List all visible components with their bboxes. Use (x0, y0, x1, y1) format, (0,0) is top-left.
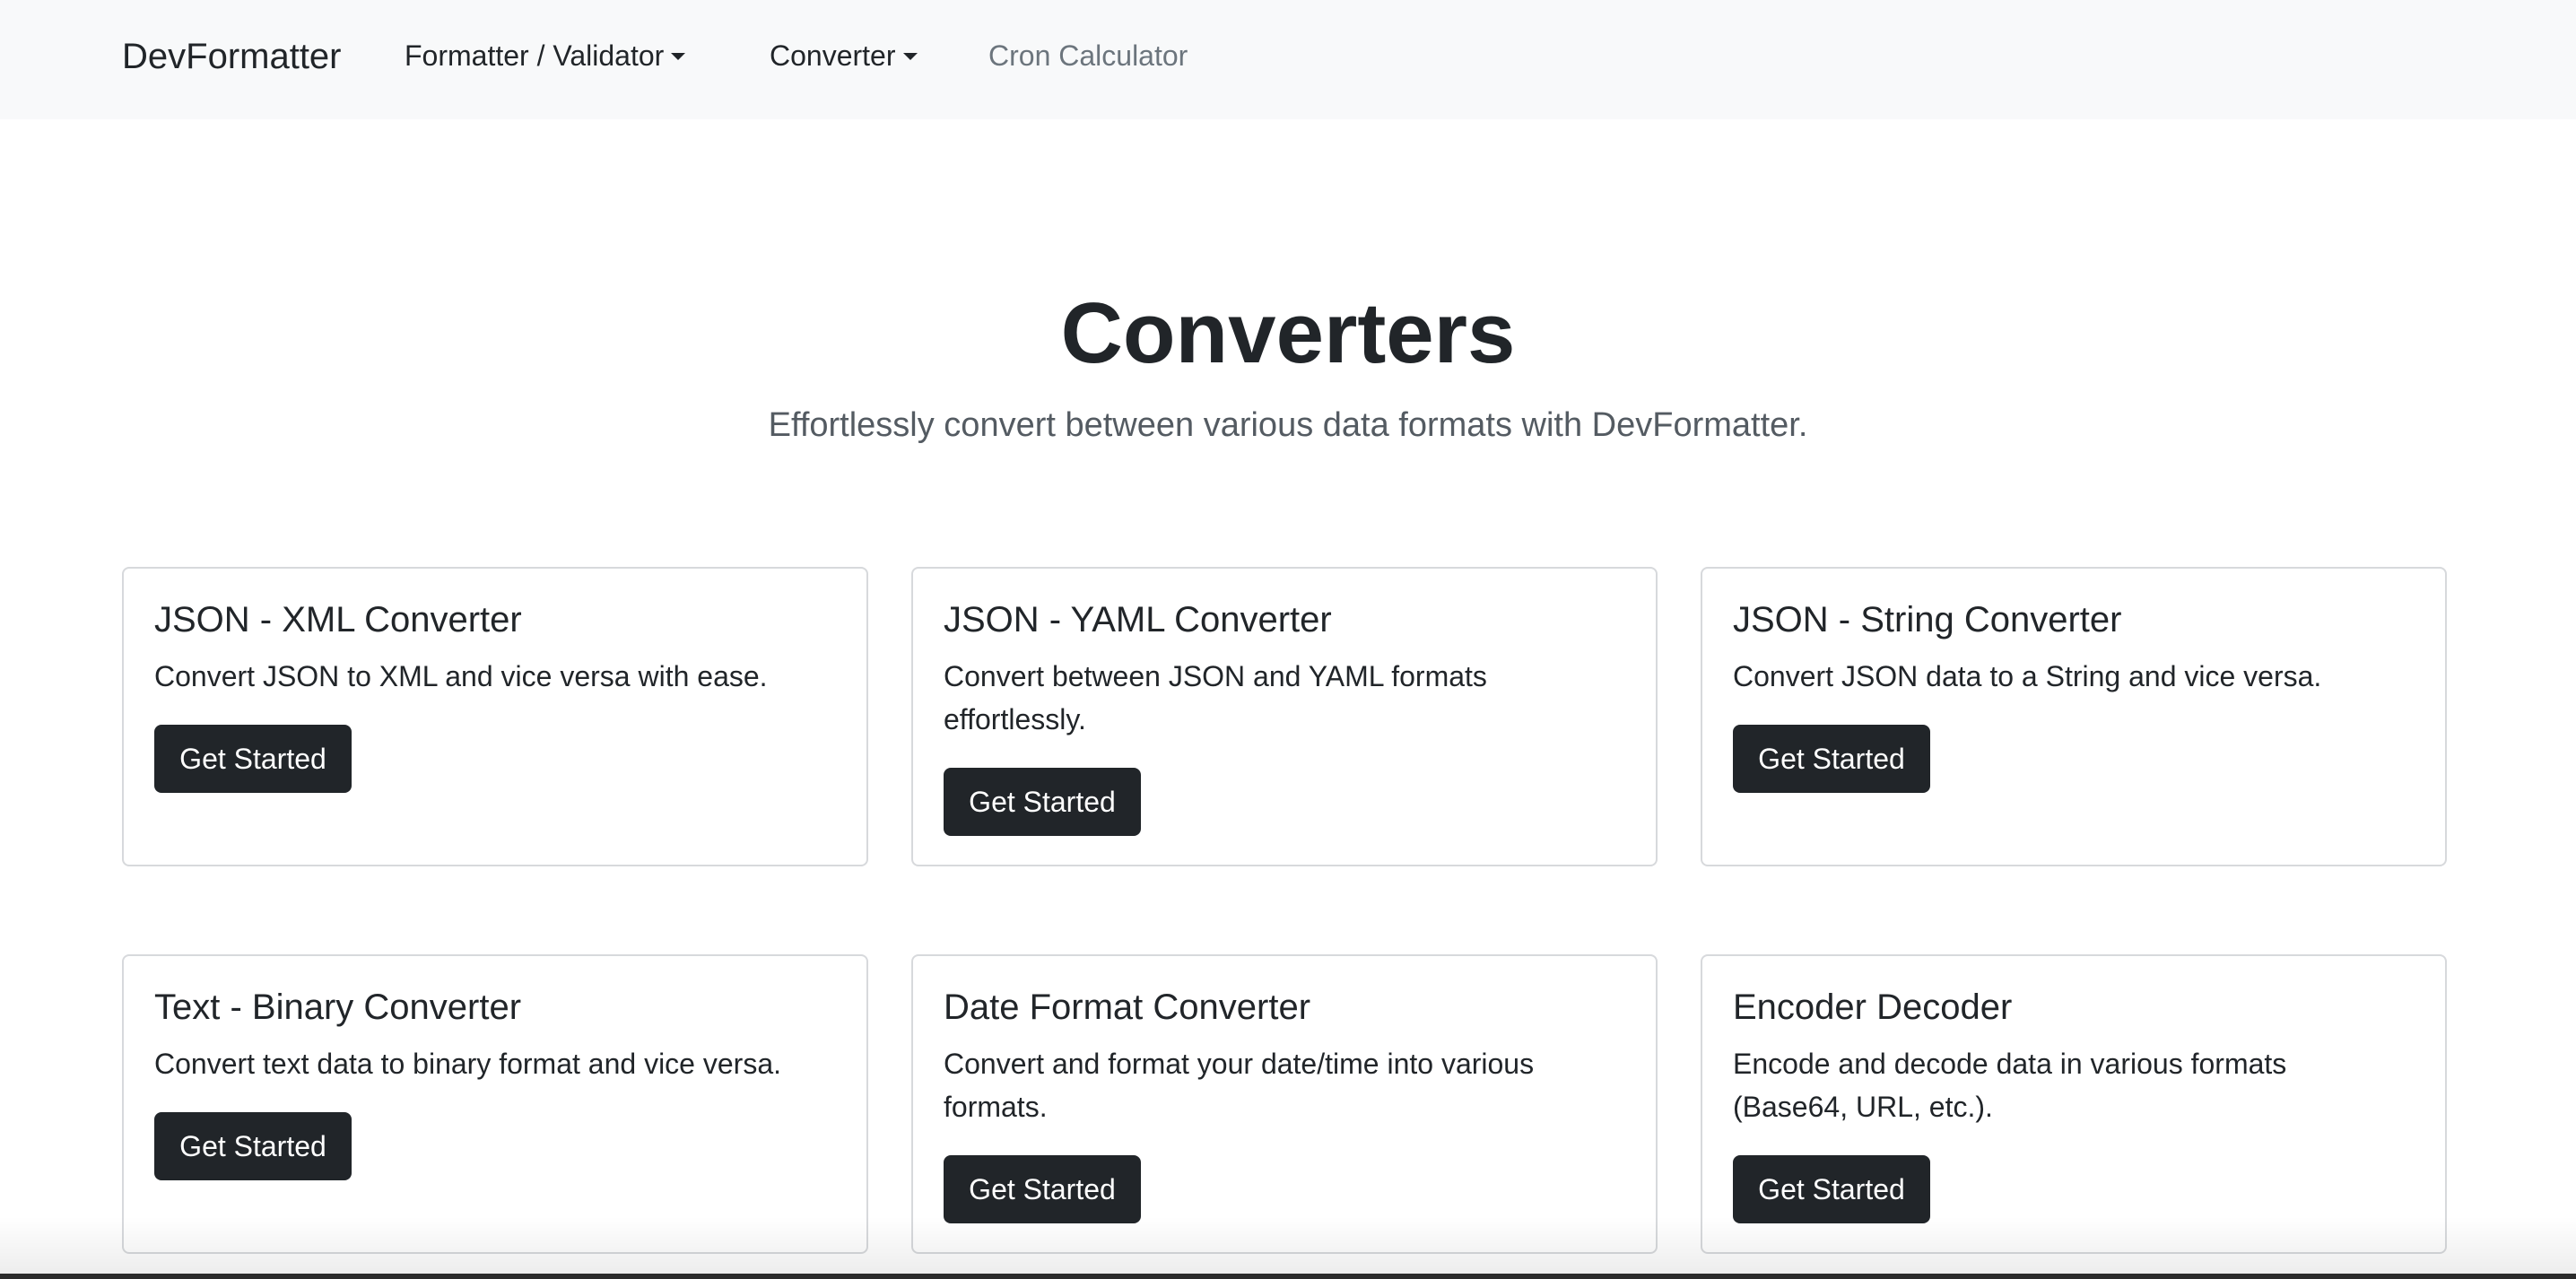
card-text-binary-converter: Text - Binary Converter Convert text dat… (122, 954, 868, 1254)
card-title: Encoder Decoder (1733, 988, 2013, 1027)
top-navbar: DevFormatter Formatter / Validator Conve… (0, 0, 2576, 119)
card-description: Encode and decode data in various format… (1733, 1048, 2287, 1123)
nav-converter-dropdown[interactable]: Converter (770, 34, 918, 77)
card-description: Convert and format your date/time into v… (944, 1048, 1535, 1123)
card-title: JSON - XML Converter (154, 600, 522, 640)
card-date-format-converter: Date Format Converter Convert and format… (911, 954, 1658, 1254)
caret-down-icon (902, 53, 918, 60)
get-started-button[interactable]: Get Started (154, 1112, 352, 1180)
get-started-button[interactable]: Get Started (1733, 725, 1930, 793)
card-json-xml-converter: JSON - XML Converter Convert JSON to XML… (122, 567, 868, 866)
card-description: Convert JSON data to a String and vice v… (1733, 660, 2322, 692)
get-started-button[interactable]: Get Started (944, 768, 1141, 836)
nav-converter-label: Converter (770, 39, 896, 72)
card-description: Convert text data to binary format and v… (154, 1048, 781, 1080)
caret-down-icon (671, 53, 686, 60)
card-json-yaml-converter: JSON - YAML Converter Convert between JS… (911, 567, 1658, 866)
get-started-button[interactable]: Get Started (154, 725, 352, 793)
card-description: Convert JSON to XML and vice versa with … (154, 660, 768, 692)
card-json-string-converter: JSON - String Converter Convert JSON dat… (1701, 567, 2447, 866)
card-title: Date Format Converter (944, 988, 1311, 1027)
card-description: Convert between JSON and YAML formats ef… (944, 660, 1487, 735)
nav-formatter-validator-label: Formatter / Validator (405, 39, 665, 72)
page-title: Converters (1060, 285, 1516, 381)
card-title: JSON - YAML Converter (944, 600, 1332, 640)
brand-logo-link[interactable]: DevFormatter (122, 34, 342, 79)
nav-cron-calculator-label: Cron Calculator (988, 39, 1188, 72)
card-title: Text - Binary Converter (154, 988, 522, 1027)
page-subtitle: Effortlessly convert between various dat… (768, 406, 1808, 444)
window-bottom-edge (0, 1274, 2576, 1279)
get-started-button[interactable]: Get Started (944, 1155, 1141, 1223)
get-started-button[interactable]: Get Started (1733, 1155, 1930, 1223)
card-encoder-decoder: Encoder Decoder Encode and decode data i… (1701, 954, 2447, 1254)
nav-cron-calculator-link[interactable]: Cron Calculator (988, 34, 1188, 77)
card-title: JSON - String Converter (1733, 600, 2122, 640)
nav-formatter-validator-dropdown[interactable]: Formatter / Validator (405, 34, 686, 77)
